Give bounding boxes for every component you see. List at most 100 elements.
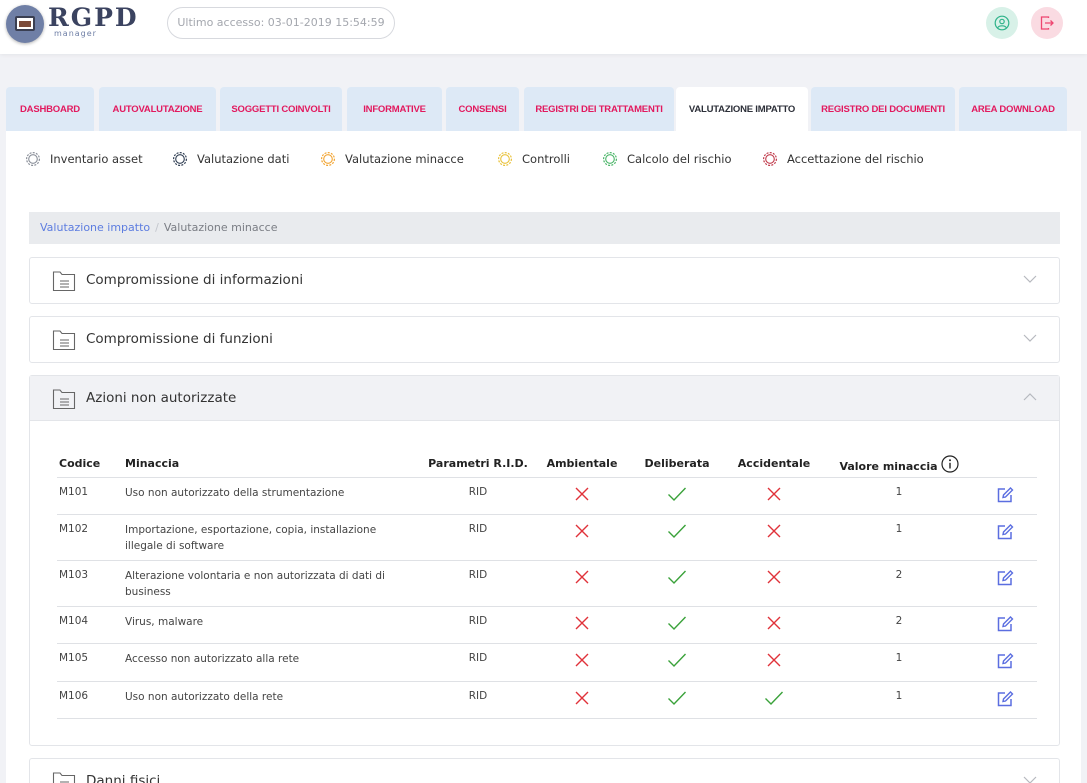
col-rid: Parametri R.I.D. (423, 451, 533, 478)
accordion-title: Danni fisici (86, 773, 161, 783)
cell-valore: 2 (825, 560, 973, 607)
subnav-calcolo-rischio[interactable]: Calcolo del rischio (602, 151, 732, 167)
cross-icon (767, 653, 781, 666)
gear-icon (762, 151, 778, 167)
cell-ambientale (533, 681, 631, 719)
cell-deliberata (631, 643, 723, 682)
gear-icon (320, 151, 336, 167)
tab-dashboard[interactable]: DASHBOARD (6, 87, 94, 131)
accordion-title: Compromissione di informazioni (86, 272, 304, 288)
chevron-down-icon (1023, 776, 1037, 783)
accordion-header[interactable]: Azioni non autorizzate (30, 376, 1059, 421)
edit-button[interactable] (996, 523, 1014, 544)
folder-icon (52, 772, 76, 783)
gear-icon (497, 151, 513, 167)
app-logo[interactable]: RGPD manager (6, 3, 146, 43)
main-tabs: DASHBOARD AUTOVALUTAZIONE SOGGETTI COINV… (6, 87, 1070, 131)
accordion-header[interactable]: Danni fisici (30, 759, 1059, 783)
sub-navigation: Inventario asset Valutazione dati Valuta… (6, 131, 1081, 187)
table-row: M101 Uso non autorizzato della strumentaz… (57, 477, 1037, 515)
edit-button[interactable] (996, 652, 1014, 673)
logout-button[interactable] (1031, 7, 1063, 39)
edit-button[interactable] (996, 486, 1014, 507)
cell-rid: RID (423, 606, 533, 644)
edit-button[interactable] (996, 615, 1014, 636)
subnav-label: Calcolo del rischio (627, 152, 732, 166)
subnav-valutazione-minacce[interactable]: Valutazione minacce (320, 151, 464, 167)
tab-soggetti-coinvolti[interactable]: SOGGETTI COINVOLTI (220, 87, 342, 131)
tab-area-download[interactable]: AREA DOWNLOAD (959, 87, 1067, 131)
edit-icon (997, 486, 1014, 502)
folder-icon (52, 389, 76, 410)
col-minaccia: Minaccia (123, 451, 423, 478)
cross-icon (767, 487, 781, 500)
table-row: M102 Importazione, esportazione, copia, i… (57, 514, 1037, 561)
cross-icon (575, 570, 589, 583)
accordion-azioni-non-autorizzate: Azioni non autorizzate Codice Minaccia P… (29, 375, 1060, 746)
accordion-header[interactable]: Compromissione di funzioni (30, 317, 1059, 362)
edit-button[interactable] (996, 690, 1014, 711)
cell-ambientale (533, 560, 631, 607)
cell-codice: M105 (57, 643, 123, 682)
cell-actions (973, 606, 1037, 644)
subnav-label: Valutazione dati (197, 152, 290, 166)
cell-accidentale (723, 643, 825, 682)
cross-icon (575, 524, 589, 537)
check-icon (668, 570, 687, 584)
subnav-label: Valutazione minacce (345, 152, 464, 166)
cell-accidentale (723, 477, 825, 515)
check-icon (668, 691, 687, 705)
check-icon (668, 487, 687, 501)
folder-icon (52, 330, 76, 351)
tab-autovalutazione[interactable]: AUTOVALUTAZIONE (99, 87, 216, 131)
cell-rid: RID (423, 643, 533, 682)
cross-icon (575, 691, 589, 704)
cell-valore: 1 (825, 643, 973, 682)
accordion-compromissione-informazioni: Compromissione di informazioni (29, 257, 1060, 304)
breadcrumb-link[interactable]: Valutazione impatto (40, 221, 150, 234)
cell-actions (973, 514, 1037, 561)
subnav-accettazione-rischio[interactable]: Accettazione del rischio (762, 151, 924, 167)
tab-consensi[interactable]: CONSENSI (446, 87, 519, 131)
col-accidentale: Accidentale (723, 451, 825, 478)
col-deliberata: Deliberata (631, 451, 723, 478)
logo-subtitle: manager (54, 29, 97, 38)
cell-minaccia: Accesso non autorizzato alla rete (123, 643, 423, 682)
cell-valore: 1 (825, 514, 973, 561)
table-row: M103 Alterazione volontaria e non autoriz… (57, 560, 1037, 607)
edit-button[interactable] (996, 569, 1014, 590)
cell-valore: 1 (825, 681, 973, 719)
chevron-down-icon (1023, 334, 1037, 342)
cell-minaccia: Uso non autorizzato della strumentazione (123, 477, 423, 515)
info-icon[interactable] (940, 455, 959, 473)
cell-rid: RID (423, 560, 533, 607)
breadcrumb-separator: / (155, 221, 159, 234)
folder-icon (52, 271, 76, 292)
edit-icon (997, 569, 1014, 585)
subnav-valutazione-dati[interactable]: Valutazione dati (172, 151, 289, 167)
main-content: Valutazione impatto / Valutazione minacce … (6, 187, 1081, 783)
tab-registri-trattamenti[interactable]: REGISTRI DEI TRATTAMENTI (524, 87, 674, 131)
cell-valore: 2 (825, 606, 973, 644)
cell-deliberata (631, 477, 723, 515)
cell-rid: RID (423, 477, 533, 515)
subnav-controlli[interactable]: Controlli (497, 151, 570, 167)
tab-registro-documenti[interactable]: REGISTRO DEI DOCUMENTI (811, 87, 955, 131)
gear-icon (25, 151, 41, 167)
top-header: RGPD manager Ultimo accesso: 03-01-2019 … (0, 0, 1087, 54)
tab-valutazione-impatto[interactable]: VALUTAZIONE IMPATTO (676, 87, 808, 131)
user-profile-button[interactable] (986, 7, 1018, 39)
cell-deliberata (631, 606, 723, 644)
threat-table: Codice Minaccia Parametri R.I.D. Ambient… (57, 451, 1037, 719)
accordion-header[interactable]: Compromissione di informazioni (30, 258, 1059, 303)
table-row: M105 Accesso non autorizzato alla rete RID… (57, 643, 1037, 682)
col-valore-label: Valore minaccia (839, 459, 938, 473)
gear-icon (602, 151, 618, 167)
subnav-inventario-asset[interactable]: Inventario asset (25, 151, 143, 167)
cell-ambientale (533, 514, 631, 561)
cross-icon (767, 616, 781, 629)
table-row: M106 Uso non autorizzato della rete RID 1 (57, 681, 1037, 719)
tab-informative[interactable]: INFORMATIVE (347, 87, 442, 131)
cell-codice: M102 (57, 514, 123, 561)
cell-codice: M101 (57, 477, 123, 515)
